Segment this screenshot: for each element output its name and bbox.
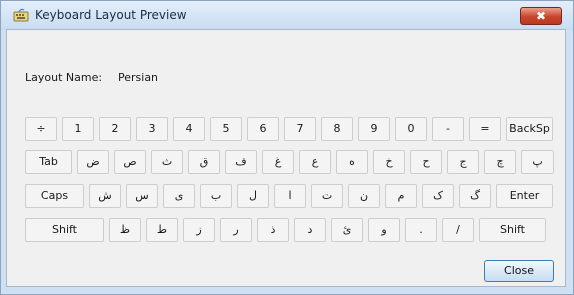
layout-name-label: Layout Name: <box>25 71 103 84</box>
key-r2-9[interactable]: ه <box>336 150 368 174</box>
window-close-button[interactable]: ✖ <box>520 7 562 25</box>
key-r1-1[interactable]: ÷ <box>25 117 57 141</box>
key-r3-11[interactable]: ک <box>422 184 454 208</box>
key-r1-9[interactable]: 8 <box>321 117 353 141</box>
keyboard-icon <box>13 8 29 22</box>
key-r1-4[interactable]: 3 <box>136 117 168 141</box>
key-r2-12[interactable]: ج <box>447 150 479 174</box>
key-r2-13[interactable]: چ <box>484 150 516 174</box>
key-r2-3[interactable]: ص <box>114 150 146 174</box>
key-r4-11[interactable]: / <box>442 218 474 242</box>
key-r4-1[interactable]: Shift <box>25 218 104 242</box>
key-r1-7[interactable]: 6 <box>247 117 279 141</box>
key-r4-2[interactable]: ظ <box>109 218 141 242</box>
key-r2-7[interactable]: غ <box>262 150 294 174</box>
key-r4-10[interactable]: . <box>405 218 437 242</box>
layout-name-value: Persian <box>118 71 159 84</box>
close-button[interactable]: Close <box>484 260 554 282</box>
key-r2-1[interactable]: Tab <box>25 150 72 174</box>
key-r3-13[interactable]: Enter <box>496 184 553 208</box>
key-r1-2[interactable]: 1 <box>62 117 94 141</box>
key-r3-6[interactable]: ل <box>237 184 269 208</box>
key-r4-9[interactable]: و <box>368 218 400 242</box>
key-r1-3[interactable]: 2 <box>99 117 131 141</box>
key-r3-7[interactable]: ا <box>274 184 306 208</box>
key-r3-12[interactable]: گ <box>459 184 491 208</box>
key-r2-5[interactable]: ق <box>188 150 220 174</box>
key-r4-6[interactable]: ذ <box>257 218 289 242</box>
key-r4-12[interactable]: Shift <box>479 218 546 242</box>
key-r3-8[interactable]: ت <box>311 184 343 208</box>
key-r4-4[interactable]: ز <box>183 218 215 242</box>
key-r4-3[interactable]: ط <box>146 218 178 242</box>
key-r3-1[interactable]: Caps <box>25 184 84 208</box>
key-r3-2[interactable]: ش <box>89 184 121 208</box>
key-r1-5[interactable]: 4 <box>173 117 205 141</box>
key-r4-5[interactable]: ر <box>220 218 252 242</box>
key-r2-14[interactable]: پ <box>521 150 554 174</box>
key-r1-6[interactable]: 5 <box>210 117 242 141</box>
key-r3-4[interactable]: ی <box>163 184 195 208</box>
key-r3-3[interactable]: س <box>126 184 158 208</box>
key-r3-5[interactable]: ب <box>200 184 232 208</box>
key-r1-12[interactable]: - <box>432 117 464 141</box>
key-r2-4[interactable]: ث <box>151 150 183 174</box>
title-bar[interactable]: Keyboard Layout Preview ✖ <box>1 1 573 30</box>
key-r2-6[interactable]: ف <box>225 150 257 174</box>
key-r2-11[interactable]: ح <box>410 150 442 174</box>
key-r4-7[interactable]: د <box>294 218 326 242</box>
key-r3-10[interactable]: م <box>385 184 417 208</box>
key-r3-9[interactable]: ن <box>348 184 380 208</box>
key-r2-8[interactable]: ع <box>299 150 331 174</box>
key-r1-11[interactable]: 0 <box>395 117 427 141</box>
key-r1-10[interactable]: 9 <box>358 117 390 141</box>
window-title: Keyboard Layout Preview <box>35 8 187 22</box>
key-r1-13[interactable]: = <box>469 117 501 141</box>
key-r4-8[interactable]: ئ <box>331 218 363 242</box>
key-r1-8[interactable]: 7 <box>284 117 316 141</box>
key-r1-14[interactable]: BackSp <box>506 117 553 141</box>
key-r2-2[interactable]: ض <box>77 150 109 174</box>
key-r2-10[interactable]: خ <box>373 150 405 174</box>
